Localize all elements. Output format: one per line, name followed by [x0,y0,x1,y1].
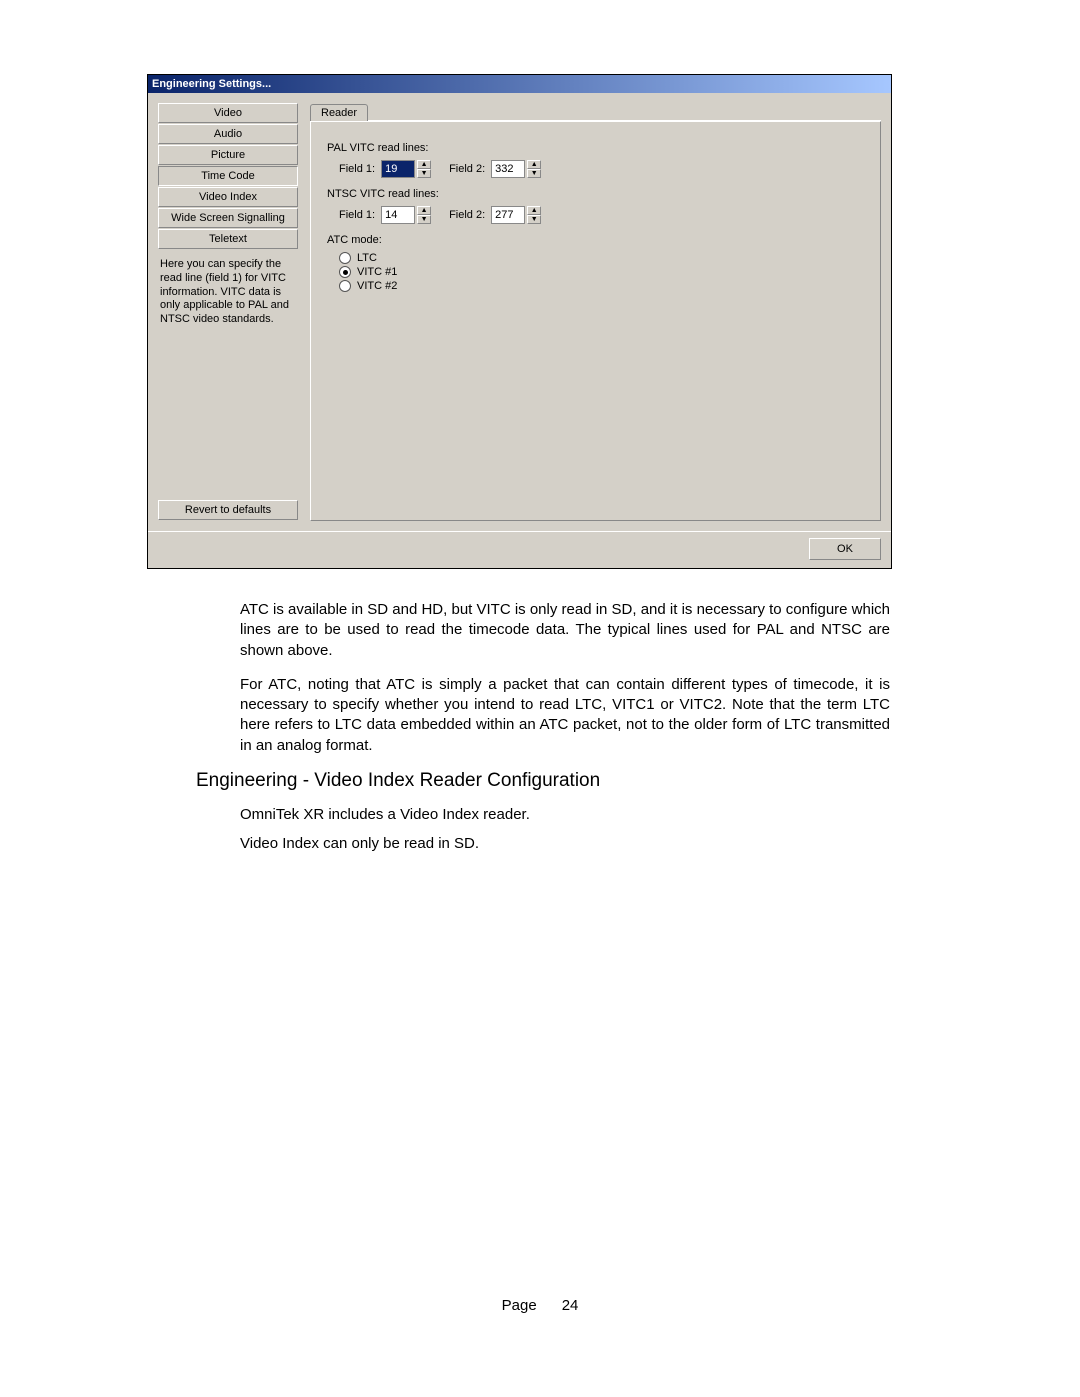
atc-radio-vitc1[interactable]: VITC #1 [339,266,864,278]
body-text: ATC is available in SD and HD, but VITC … [240,600,890,770]
atc-radio-ltc[interactable]: LTC [339,252,864,264]
radio-icon [339,266,351,278]
revert-to-defaults-button[interactable]: Revert to defaults [158,500,298,520]
spin-up-icon[interactable]: ▲ [417,206,431,215]
paragraph-1: ATC is available in SD and HD, but VITC … [240,600,890,661]
sidebar-item-teletext[interactable]: Teletext [158,229,298,249]
sidebar-item-video-index[interactable]: Video Index [158,187,298,207]
pal-field2-label: Field 2: [449,163,485,175]
body-text-2: OmniTek XR includes a Video Index reader… [240,804,890,861]
paragraph-4: Video Index can only be read in SD. [240,833,890,856]
ntsc-field1-spinner: ▲ ▼ [381,206,431,224]
sidebar-help-text: Here you can specify the read line (fiel… [158,258,298,327]
spin-up-icon[interactable]: ▲ [417,160,431,169]
engineering-settings-dialog: Engineering Settings... Video Audio Pict… [147,74,892,569]
atc-mode-label: ATC mode: [327,234,864,246]
paragraph-2: For ATC, noting that ATC is simply a pac… [240,675,890,756]
ntsc-field2-input[interactable] [491,206,525,224]
spin-down-icon[interactable]: ▼ [527,169,541,178]
ntsc-vitc-label: NTSC VITC read lines: [327,188,864,200]
tab-reader[interactable]: Reader [310,104,368,121]
sidebar-item-timecode[interactable]: Time Code [158,166,298,186]
tab-strip: Reader [310,103,881,121]
paragraph-3: OmniTek XR includes a Video Index reader… [240,804,890,827]
dialog-title: Engineering Settings... [152,78,271,90]
ok-button[interactable]: OK [809,538,881,560]
radio-icon [339,252,351,264]
pal-vitc-label: PAL VITC read lines: [327,142,864,154]
spin-up-icon[interactable]: ▲ [527,206,541,215]
sidebar-item-picture[interactable]: Picture [158,145,298,165]
pal-field2-input[interactable] [491,160,525,178]
pal-field1-spinner: ▲ ▼ [381,160,431,178]
pal-field1-label: Field 1: [339,163,375,175]
sidebar-item-video[interactable]: Video [158,103,298,123]
spin-down-icon[interactable]: ▼ [417,215,431,224]
pal-field2-spinner: ▲ ▼ [491,160,541,178]
sidebar-item-audio[interactable]: Audio [158,124,298,144]
pal-field1-input[interactable] [381,160,415,178]
spin-down-icon[interactable]: ▼ [527,215,541,224]
ntsc-field1-label: Field 1: [339,209,375,221]
dialog-title-bar: Engineering Settings... [148,75,891,93]
radio-icon [339,280,351,292]
reader-panel: PAL VITC read lines: Field 1: ▲ ▼ Field … [310,121,881,521]
page-number: Page 24 [0,1297,1080,1314]
spin-down-icon[interactable]: ▼ [417,169,431,178]
sidebar-item-wss[interactable]: Wide Screen Signalling [158,208,298,228]
atc-radio-vitc2[interactable]: VITC #2 [339,280,864,292]
section-heading: Engineering - Video Index Reader Configu… [196,770,600,792]
sidebar: Video Audio Picture Time Code Video Inde… [158,103,298,521]
ntsc-field1-input[interactable] [381,206,415,224]
spin-up-icon[interactable]: ▲ [527,160,541,169]
ntsc-field2-spinner: ▲ ▼ [491,206,541,224]
ntsc-field2-label: Field 2: [449,209,485,221]
